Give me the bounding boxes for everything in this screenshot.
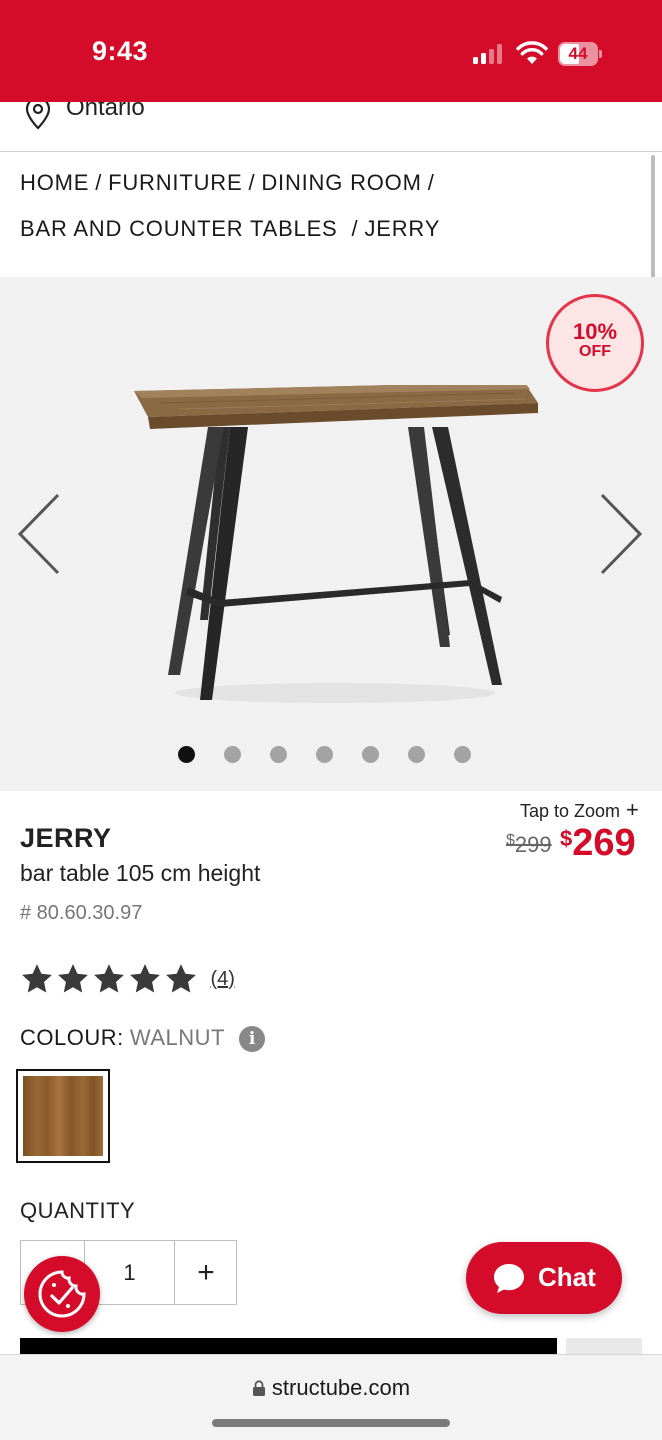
cellular-signal-icon — [473, 44, 507, 64]
currency-symbol: $ — [506, 832, 515, 849]
walnut-swatch-image — [23, 1076, 103, 1156]
lock-icon — [252, 1380, 265, 1396]
star-icon — [166, 964, 196, 993]
cookie-check-icon — [38, 1270, 86, 1318]
battery-icon: 44 — [558, 42, 602, 66]
next-image-arrow-icon[interactable] — [596, 491, 646, 577]
original-price-value: 299 — [514, 832, 552, 857]
gallery-dot[interactable] — [178, 746, 195, 763]
rating-stars — [20, 964, 200, 993]
status-bar: 9:43 44 — [0, 0, 662, 102]
product-description: bar table 105 cm height — [20, 860, 261, 886]
previous-image-arrow-icon[interactable] — [14, 491, 64, 577]
product-image[interactable] — [120, 385, 550, 725]
sale-price: $269 — [560, 822, 636, 865]
tap-to-zoom[interactable]: Tap to Zoom + — [520, 797, 639, 823]
discount-badge: 10% OFF — [546, 294, 644, 392]
colour-value: WALNUT — [129, 1025, 225, 1050]
breadcrumb: HOME / FURNITURE / DINING ROOM / BAR AND COUN… — [20, 160, 640, 252]
chat-bubble-icon — [494, 1264, 524, 1293]
location-label: Ontario — [66, 102, 145, 121]
discount-percent: 10% — [572, 319, 618, 344]
gallery-dot[interactable] — [408, 746, 425, 763]
url-text: structube.com — [271, 1375, 411, 1400]
info-icon[interactable]: i — [239, 1026, 266, 1052]
gallery-dot[interactable] — [270, 746, 287, 763]
wifi-icon — [516, 41, 548, 64]
star-icon — [130, 964, 160, 993]
breadcrumb-bar-counter-tables[interactable]: BAR AND COUNTER TABLES — [20, 216, 338, 241]
product-name: JERRY — [20, 823, 112, 853]
breadcrumb-separator: / — [95, 170, 103, 195]
location-pin-icon — [25, 102, 51, 130]
gallery-dot[interactable] — [316, 746, 333, 763]
breadcrumb-dining-room[interactable]: DINING ROOM — [261, 170, 421, 195]
address-bar-url[interactable]: structube.com — [0, 1375, 662, 1401]
breadcrumb-current: JERRY — [364, 216, 441, 241]
star-icon — [58, 964, 88, 993]
star-icon — [22, 964, 52, 993]
colour-label: COLOUR: — [20, 1025, 124, 1050]
chat-label: Chat — [538, 1262, 596, 1292]
breadcrumb-home[interactable]: HOME — [20, 170, 89, 195]
zoom-plus-icon: + — [626, 797, 639, 822]
quantity-label: QUANTITY — [20, 1198, 136, 1223]
breadcrumb-separator: / — [351, 216, 359, 241]
battery-level: 44 — [568, 44, 588, 63]
review-count-link[interactable]: (4) — [210, 968, 234, 991]
gallery-dot[interactable] — [362, 746, 379, 763]
original-price: $299 — [506, 832, 552, 858]
currency-symbol: $ — [560, 826, 573, 851]
tap-to-zoom-label: Tap to Zoom — [520, 801, 621, 821]
product-sku: # 80.60.30.97 — [20, 902, 143, 924]
product-rating[interactable]: (4) — [20, 962, 235, 1002]
colour-selector-label: COLOUR: WALNUT i — [20, 1025, 266, 1052]
browser-address-bar[interactable]: structube.com — [0, 1354, 662, 1440]
sale-price-value: 269 — [572, 822, 636, 864]
chat-button[interactable]: Chat — [466, 1242, 622, 1314]
store-location[interactable]: Ontario — [0, 102, 662, 152]
gallery-pagination — [178, 746, 478, 766]
star-icon — [94, 964, 124, 993]
gallery-dot[interactable] — [454, 746, 471, 763]
home-indicator[interactable] — [212, 1419, 450, 1427]
status-time: 9:43 — [92, 36, 149, 66]
gallery-dot[interactable] — [224, 746, 241, 763]
breadcrumb-separator: / — [427, 170, 435, 195]
quantity-increase-button[interactable]: + — [175, 1241, 237, 1304]
breadcrumb-separator: / — [248, 170, 256, 195]
discount-suffix: OFF — [579, 343, 611, 360]
breadcrumb-furniture[interactable]: FURNITURE — [108, 170, 242, 195]
colour-swatch-walnut[interactable] — [16, 1069, 110, 1163]
product-gallery[interactable]: 10% OFF — [0, 277, 662, 791]
cookie-consent-button[interactable] — [24, 1256, 100, 1332]
